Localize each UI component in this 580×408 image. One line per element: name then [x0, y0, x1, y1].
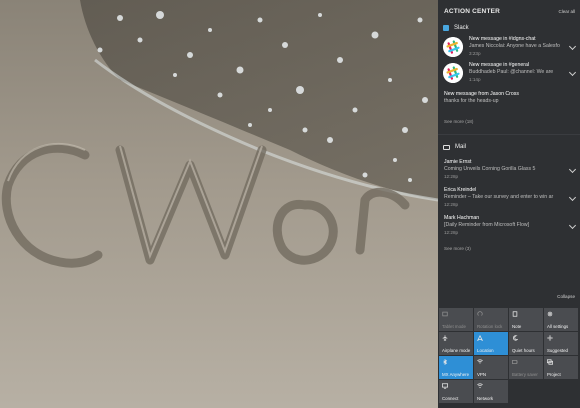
quick-action-connect[interactable]: Connect — [439, 380, 473, 403]
expand-chevron-icon[interactable] — [568, 165, 577, 174]
notification-title: Mark Hachman — [444, 215, 480, 221]
quick-action-label: Connect — [442, 396, 459, 401]
project-icon — [547, 359, 553, 365]
quick-action-note[interactable]: Note — [509, 308, 543, 331]
rotation-lock-icon — [477, 311, 483, 316]
quick-action-quiet-hours[interactable]: Quiet hours — [509, 332, 543, 355]
battery-icon — [512, 360, 518, 364]
quick-action-label: All settings — [547, 324, 569, 329]
notification-title: New message from Jason Cross — [444, 91, 519, 97]
notification-body: [Daily Reminder from Microsoft Flow] — [444, 222, 530, 228]
quick-action-project[interactable]: Project — [544, 356, 578, 379]
notification-body: thanks for the heads-up — [444, 98, 499, 104]
quick-action-label: Network — [477, 396, 494, 401]
tablet-mode-icon — [442, 311, 448, 317]
notification-item[interactable]: Erica Kreindel Reminder – Take our surve… — [438, 185, 580, 210]
notification-time: 12:28p — [444, 230, 459, 235]
quick-action-vpn[interactable]: VPN — [474, 356, 508, 379]
airplane-icon — [442, 335, 448, 341]
quick-action-all-settings[interactable]: All settings — [544, 308, 578, 331]
network-icon — [477, 383, 483, 389]
gear-icon — [547, 311, 553, 317]
expand-chevron-icon[interactable] — [568, 68, 577, 77]
quick-action-airplane-mode[interactable]: Airplane mode — [439, 332, 473, 355]
beach-sand-image — [0, 0, 438, 408]
quick-action-location[interactable]: Location — [474, 332, 508, 355]
quick-action-battery-saver[interactable]: Battery saver — [509, 356, 543, 379]
notification-body: James Niccolai: Anyone have a Salesfo — [469, 43, 560, 49]
notification-body: Reminder – Take our survey and enter to … — [444, 194, 554, 200]
quick-action-label: Note — [512, 324, 522, 329]
expand-chevron-icon[interactable] — [568, 193, 577, 202]
slack-logo-avatar-icon — [443, 37, 463, 57]
see-more-link[interactable]: See more (18) — [438, 117, 580, 130]
notification-title: New message in #general — [469, 62, 529, 68]
mail-group-header[interactable]: Mail — [438, 141, 580, 153]
note-icon — [512, 311, 518, 317]
notification-time: 3:23p — [469, 51, 481, 56]
quick-action-bluetooth[interactable]: MX Anywhere — [439, 356, 473, 379]
location-icon — [477, 335, 483, 341]
see-more-link[interactable]: See more (3) — [438, 244, 580, 257]
notification-time: 12:28p — [444, 174, 459, 179]
group-divider — [438, 134, 580, 135]
notification-title: Erica Kreindel — [444, 187, 477, 193]
quick-action-label: Location — [477, 348, 494, 353]
quick-action-label: Rotation lock — [477, 324, 503, 329]
notification-body: Coming Unveils Corning Gorilla Glass 5 — [444, 166, 536, 172]
desktop-wallpaper — [0, 0, 438, 408]
notification-item[interactable]: New message in #idgns-chat James Niccola… — [438, 34, 580, 60]
mail-icon — [443, 144, 450, 150]
bluetooth-icon — [443, 359, 448, 365]
slack-icon — [443, 25, 449, 31]
quick-action-label: Airplane mode — [442, 348, 471, 353]
quick-action-label: Tablet mode — [442, 324, 466, 329]
quick-action-label: MX Anywhere — [442, 372, 470, 377]
connect-icon — [442, 383, 448, 389]
action-center-header: ACTION CENTER Clear all — [438, 0, 580, 22]
quick-action-suggested[interactable]: Suggested — [544, 332, 578, 355]
notification-item[interactable]: Mark Hachman [Daily Reminder from Micros… — [438, 213, 580, 238]
vpn-icon — [477, 359, 483, 364]
notification-item[interactable]: Jamie Ernst Coming Unveils Corning Goril… — [438, 157, 580, 182]
slack-logo-avatar-icon — [443, 63, 463, 83]
clear-all-button[interactable]: Clear all — [558, 9, 575, 14]
quick-action-label: Project — [547, 372, 561, 377]
expand-chevron-icon[interactable] — [568, 221, 577, 230]
moon-icon — [513, 335, 518, 341]
notification-item[interactable]: New message from Jason Cross thanks for … — [438, 89, 580, 107]
quick-action-tablet-mode[interactable]: Tablet mode — [439, 308, 473, 331]
action-center-title: ACTION CENTER — [444, 7, 501, 15]
quick-action-rotation-lock[interactable]: Rotation lock — [474, 308, 508, 331]
quick-action-label: Suggested — [547, 348, 568, 353]
notification-body: Buddhadeb Paul: @channel: We are — [469, 69, 554, 75]
quick-actions-grid: Tablet mode Rotation lock Note All setti… — [439, 308, 579, 403]
quick-action-network[interactable]: Network — [474, 380, 508, 403]
notification-title: New message in #idgns-chat — [469, 36, 536, 42]
quick-action-label: VPN — [477, 372, 487, 377]
slack-group-label: Slack — [454, 25, 469, 31]
notification-item[interactable]: New message in #general Buddhadeb Paul: … — [438, 60, 580, 86]
mail-group-label: Mail — [455, 144, 467, 150]
brightness-icon — [547, 335, 553, 341]
slack-group-header[interactable]: Slack — [438, 22, 580, 34]
quick-action-label: Quiet hours — [512, 348, 535, 353]
notification-time: 1:14p — [469, 77, 481, 82]
collapse-button[interactable]: Collapse — [557, 294, 575, 299]
notification-title: Jamie Ernst — [444, 159, 472, 165]
expand-chevron-icon[interactable] — [568, 42, 577, 51]
notification-time: 12:28p — [444, 202, 459, 207]
quick-action-label: Battery saver — [512, 372, 538, 377]
